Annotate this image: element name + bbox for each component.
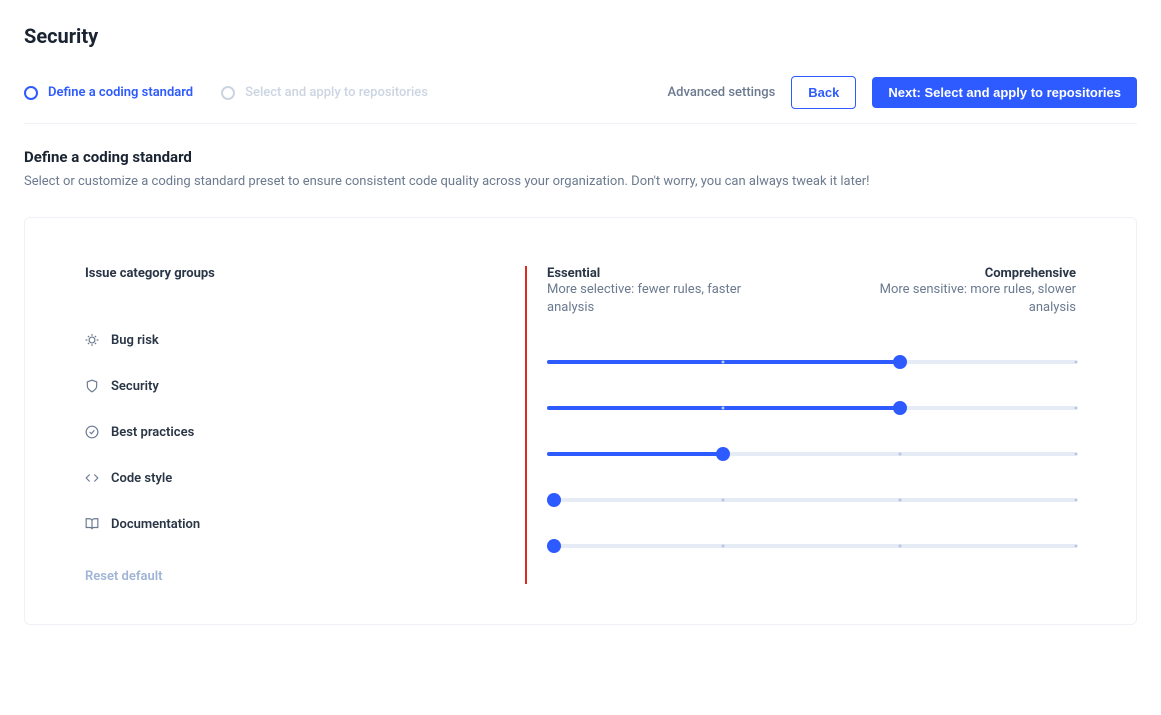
category-label: Best practices [111,425,194,440]
radio-icon [24,86,38,100]
slider-tick [1075,499,1078,502]
scale-desc: More selective: fewer rules, faster anal… [547,282,741,315]
step-label: Define a coding standard [48,85,193,100]
slider-thumb[interactable] [893,401,907,415]
divider [24,123,1137,124]
sliders-list [547,339,1076,569]
advanced-settings-link[interactable]: Advanced settings [668,85,776,100]
slider-code[interactable] [547,498,1076,502]
slider-tick [898,499,901,502]
slider-tick [722,361,725,364]
page-title: Security [24,24,1137,48]
scale-headers: Essential More selective: fewer rules, f… [547,266,1076,317]
step-apply-repositories: Select and apply to repositories [221,85,428,100]
category-label: Documentation [111,517,200,532]
step-define-standard[interactable]: Define a coding standard [24,85,193,100]
wizard-steps: Define a coding standard Select and appl… [24,85,428,100]
scale-title: Essential [547,266,747,281]
back-button[interactable]: Back [791,76,856,109]
category-bug-risk: Bug risk [85,317,505,363]
bug-icon [85,333,99,347]
shield-icon [85,379,99,393]
standard-card: Issue category groups Bug risk Security … [24,217,1137,625]
slider-book[interactable] [547,544,1076,548]
slider-thumb[interactable] [893,355,907,369]
category-label: Bug risk [111,333,159,348]
top-bar: Define a coding standard Select and appl… [24,76,1137,109]
section-title: Define a coding standard [24,148,1137,166]
issue-category-groups-title: Issue category groups [85,266,505,281]
slider-tick [722,407,725,410]
slider-tick [1075,361,1078,364]
step-label: Select and apply to repositories [245,85,428,100]
scale-comprehensive: Comprehensive More sensitive: more rules… [876,266,1076,317]
slider-thumb[interactable] [547,493,561,507]
category-documentation: Documentation [85,501,505,547]
top-actions: Advanced settings Back Next: Select and … [668,76,1137,109]
code-icon [85,471,99,485]
slider-fill [547,452,723,456]
slider-tick [1075,407,1078,410]
next-button[interactable]: Next: Select and apply to repositories [872,77,1137,108]
slider-row [547,385,1076,431]
slider-row [547,523,1076,569]
slider-tick [722,499,725,502]
slider-thumb[interactable] [716,447,730,461]
slider-tick [1075,545,1078,548]
slider-row [547,477,1076,523]
slider-thumb[interactable] [547,539,561,553]
category-code-style: Code style [85,455,505,501]
slider-bug[interactable] [547,360,1076,364]
slider-tick [898,545,901,548]
slider-check-circle[interactable] [547,452,1076,456]
slider-tick [898,453,901,456]
category-security: Security [85,363,505,409]
slider-tick [722,545,725,548]
check-circle-icon [85,425,99,439]
slider-row [547,339,1076,385]
categories-column: Issue category groups Bug risk Security … [85,266,525,584]
scale-essential: Essential More selective: fewer rules, f… [547,266,747,317]
category-best-practices: Best practices [85,409,505,455]
book-icon [85,517,99,531]
category-label: Code style [111,471,172,486]
radio-icon [221,86,235,100]
slider-tick [1075,453,1078,456]
slider-shield[interactable] [547,406,1076,410]
slider-row [547,431,1076,477]
reset-default-link[interactable]: Reset default [85,569,505,584]
sliders-column: Essential More selective: fewer rules, f… [525,266,1076,584]
category-label: Security [111,379,159,394]
scale-desc: More sensitive: more rules, slower analy… [880,282,1076,315]
scale-title: Comprehensive [876,266,1076,281]
section-description: Select or customize a coding standard pr… [24,174,1137,189]
